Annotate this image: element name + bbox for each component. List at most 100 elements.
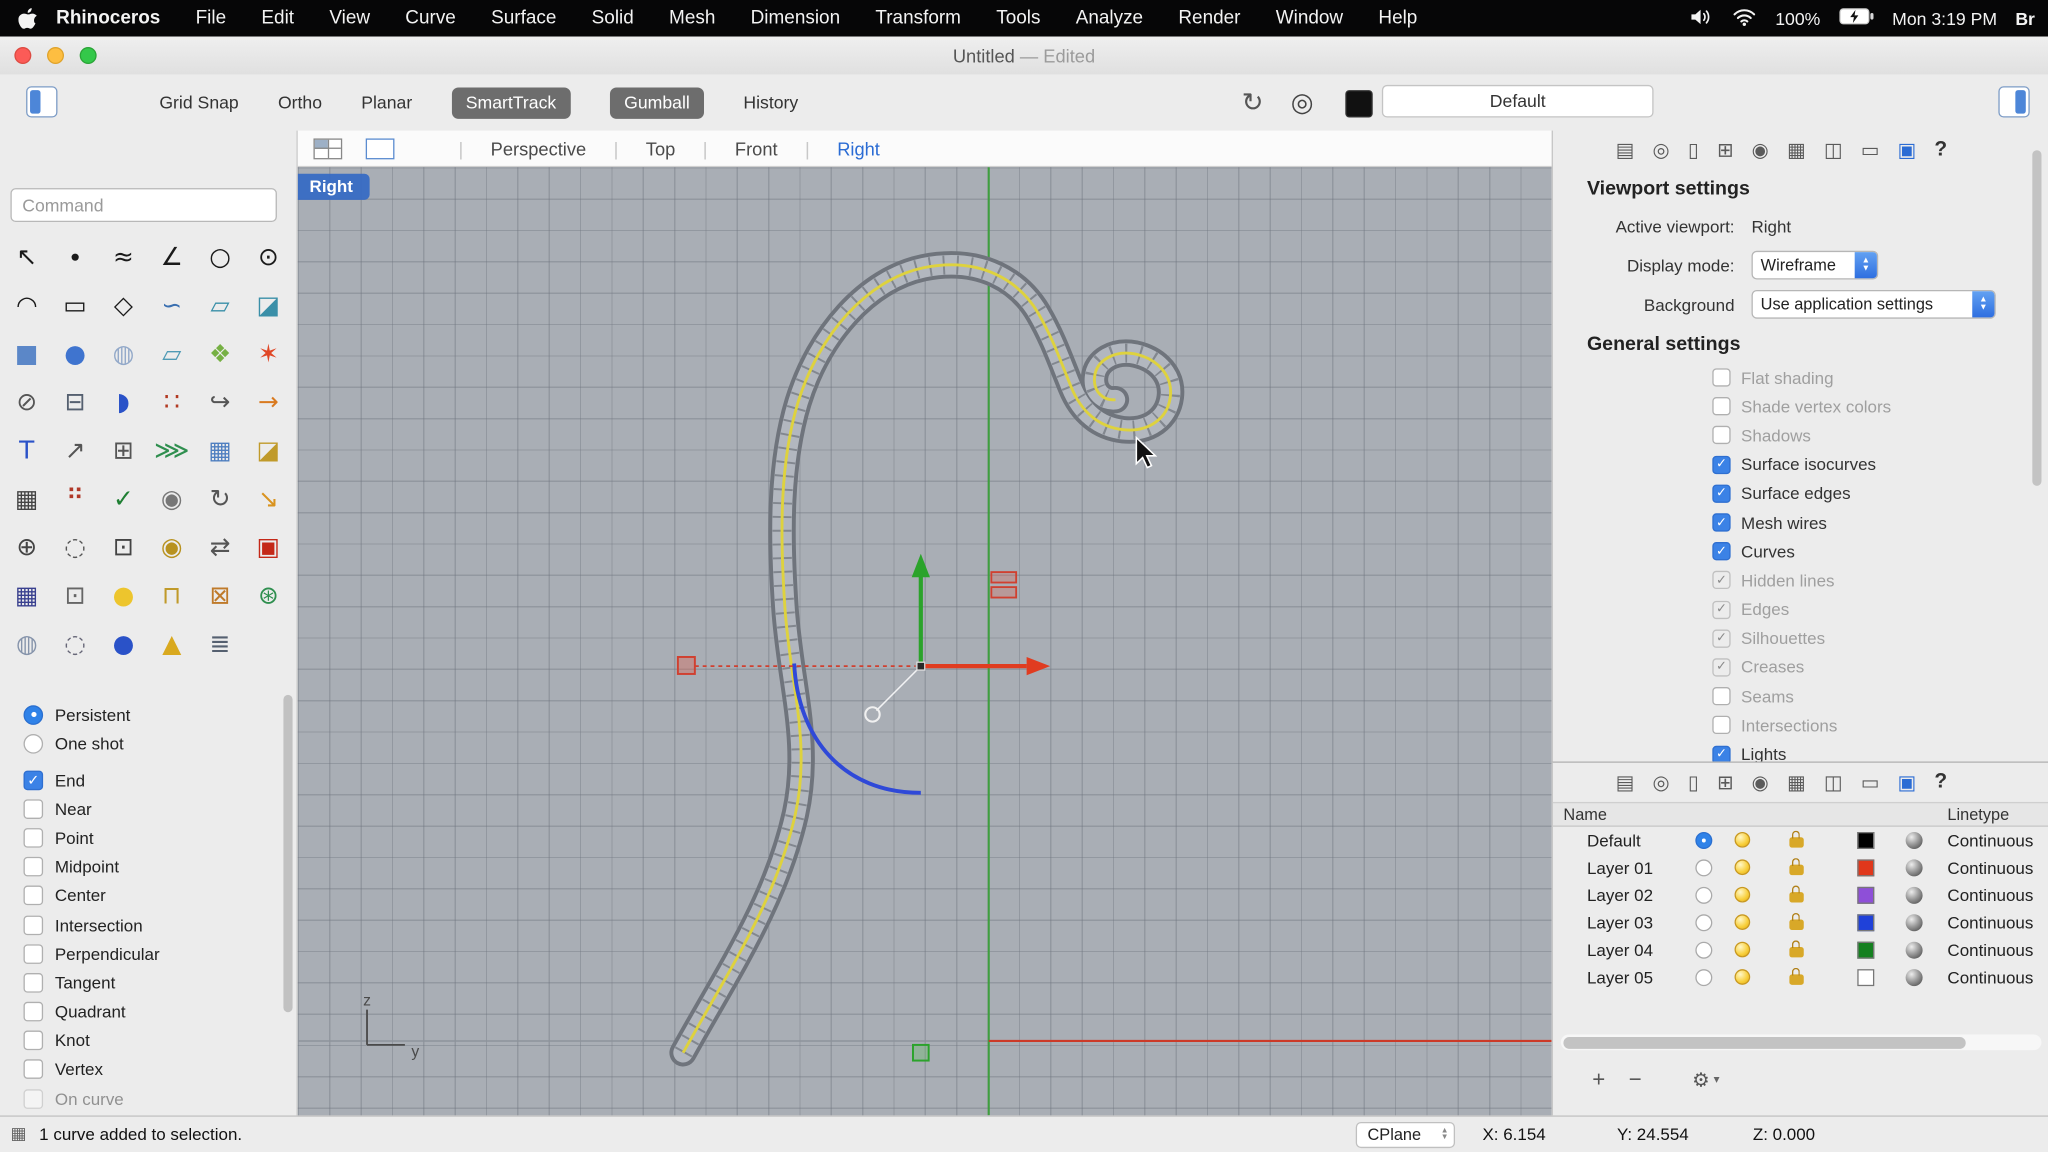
- material-icon[interactable]: [1906, 969, 1923, 986]
- osnap-check-end[interactable]: ✓End: [24, 765, 272, 794]
- menu-user[interactable]: Br: [2015, 8, 2035, 28]
- display-option-silhouettes[interactable]: ✓Silhouettes: [1553, 624, 2048, 653]
- panels-icon[interactable]: ◫: [1824, 138, 1843, 162]
- tool-cone-tool-icon[interactable]: ▲: [148, 619, 196, 667]
- osnap-check-near[interactable]: Near: [24, 794, 272, 823]
- four-viewports-icon[interactable]: [313, 138, 342, 159]
- document-icon[interactable]: ▯: [1688, 771, 1699, 795]
- help-icon[interactable]: ?: [1934, 771, 1947, 795]
- osnap-radio-one-shot[interactable]: One shot: [24, 729, 272, 758]
- tool-snap-grid-icon[interactable]: ▦: [3, 474, 51, 522]
- menu-curve[interactable]: Curve: [405, 8, 456, 29]
- checkbox[interactable]: [1712, 397, 1730, 415]
- layer-name[interactable]: Layer 02: [1587, 886, 1653, 906]
- panels-icon[interactable]: ◫: [1824, 771, 1843, 795]
- lock-icon[interactable]: [1789, 837, 1803, 847]
- active-layer-color-swatch[interactable]: [1345, 90, 1372, 117]
- right-panel-toggle-icon[interactable]: [1998, 86, 2029, 117]
- material-icon[interactable]: [1906, 832, 1923, 849]
- checkbox[interactable]: ✓: [1712, 455, 1730, 473]
- lock-icon[interactable]: [1789, 892, 1803, 902]
- layer-color-swatch[interactable]: [1857, 914, 1874, 931]
- material-icon[interactable]: [1906, 942, 1923, 959]
- osnap-check-knot[interactable]: Knot: [24, 1026, 272, 1055]
- tool-box-solid-icon[interactable]: ■: [3, 329, 51, 377]
- checkbox[interactable]: [1712, 716, 1730, 734]
- current-layer-radio[interactable]: [1695, 969, 1712, 986]
- tool-single-point-icon[interactable]: ∙: [51, 232, 99, 280]
- radio[interactable]: [24, 705, 44, 725]
- hatch-icon[interactable]: ▦: [1787, 771, 1806, 795]
- layer-name[interactable]: Layer 05: [1587, 968, 1653, 988]
- lock-icon[interactable]: [1789, 947, 1803, 957]
- checkbox[interactable]: [24, 857, 44, 877]
- layer-name[interactable]: Layer 03: [1587, 913, 1653, 933]
- viewport-tab-top[interactable]: Top: [646, 138, 675, 159]
- menu-transform[interactable]: Transform: [875, 8, 961, 29]
- layer-row-layer-01[interactable]: Layer 01Continuous: [1553, 854, 2048, 881]
- display-option-lights[interactable]: ✓Lights: [1553, 740, 2048, 762]
- wifi-icon[interactable]: [1732, 7, 1757, 29]
- layer-name[interactable]: Default: [1587, 831, 1641, 851]
- tool-drape-icon[interactable]: ◪: [244, 426, 292, 474]
- tool-edge-surface-icon[interactable]: ◪: [244, 281, 292, 329]
- tool-sphere-solid-icon[interactable]: ●: [51, 329, 99, 377]
- osnap-check-intersection[interactable]: Intersection: [24, 910, 272, 939]
- tool-extend-curve-icon[interactable]: →: [244, 377, 292, 425]
- layer-color-swatch[interactable]: [1857, 859, 1874, 876]
- remove-layer-button[interactable]: −: [1620, 1066, 1651, 1095]
- display-option-seams[interactable]: Seams: [1553, 682, 2048, 711]
- layer-color-swatch[interactable]: [1857, 887, 1874, 904]
- current-layer-radio[interactable]: [1695, 942, 1712, 959]
- tool-loft-surface-icon[interactable]: ▱: [196, 281, 244, 329]
- tool-lightbulb-icon[interactable]: ●: [99, 571, 147, 619]
- tool-wire-sphere-icon[interactable]: ◍: [3, 619, 51, 667]
- menu-mesh[interactable]: Mesh: [669, 8, 715, 29]
- layer-row-layer-05[interactable]: Layer 05Continuous: [1553, 964, 2048, 991]
- current-layer-radio[interactable]: [1695, 914, 1712, 931]
- checkbox[interactable]: [24, 886, 44, 906]
- osnap-check-perpendicular[interactable]: Perpendicular: [24, 939, 272, 968]
- toolbar-toggle-smarttrack[interactable]: SmartTrack: [451, 87, 570, 118]
- layer-row-layer-04[interactable]: Layer 04Continuous: [1553, 936, 2048, 963]
- tool-split-icon[interactable]: ⊟: [51, 377, 99, 425]
- layer-name[interactable]: Layer 04: [1587, 940, 1653, 960]
- apple-menu-icon[interactable]: [18, 7, 38, 31]
- toolbar-toggle-gumball[interactable]: Gumball: [610, 87, 704, 118]
- target-icon[interactable]: ◎: [1652, 771, 1669, 795]
- volume-icon[interactable]: [1690, 7, 1714, 29]
- tool-bend-icon[interactable]: ↘: [244, 474, 292, 522]
- display-option-edges[interactable]: ✓Edges: [1553, 595, 2048, 624]
- checkbox[interactable]: [24, 1089, 44, 1109]
- material-icon[interactable]: [1906, 914, 1923, 931]
- gumball-z-base-handle[interactable]: [913, 1045, 929, 1061]
- layer-name[interactable]: Layer 01: [1587, 858, 1653, 878]
- tool-analyze-check-icon[interactable]: ✓: [99, 474, 147, 522]
- current-layer-radio[interactable]: [1695, 859, 1712, 876]
- gumball-origin-handle[interactable]: [917, 662, 925, 670]
- layer-color-swatch[interactable]: [1857, 969, 1874, 986]
- toolbar-toggle-history[interactable]: History: [743, 93, 798, 113]
- visibility-bulb-icon[interactable]: [1735, 887, 1751, 903]
- menu-dimension[interactable]: Dimension: [751, 8, 840, 29]
- display-option-curves[interactable]: ✓Curves: [1553, 537, 2048, 566]
- sheet-icon[interactable]: ▭: [1861, 138, 1880, 162]
- menu-analyze[interactable]: Analyze: [1076, 8, 1143, 29]
- tool-render-sphere-icon[interactable]: ●: [99, 619, 147, 667]
- tool-web-tool-icon[interactable]: ⊛: [244, 571, 292, 619]
- visibility-bulb-icon[interactable]: [1735, 969, 1751, 985]
- tool-polyline-icon[interactable]: ∠: [148, 232, 196, 280]
- osnap-check-on-curve[interactable]: On curve: [24, 1084, 272, 1113]
- display-option-creases[interactable]: ✓Creases: [1553, 653, 2048, 682]
- osnap-check-tangent[interactable]: Tangent: [24, 968, 272, 997]
- checkbox[interactable]: ✓: [24, 770, 44, 790]
- display-icon[interactable]: ▣: [1898, 138, 1917, 162]
- tool-move-icon[interactable]: ↗: [51, 426, 99, 474]
- checkbox[interactable]: ✓: [1712, 571, 1730, 589]
- current-layer-radio[interactable]: [1695, 832, 1712, 849]
- menu-render[interactable]: Render: [1178, 8, 1240, 29]
- tool-trim-icon[interactable]: ⊘: [3, 377, 51, 425]
- column-linetype[interactable]: Linetype: [1947, 806, 2009, 824]
- checkbox[interactable]: [24, 1031, 44, 1051]
- tool-flow-along-curve-icon[interactable]: ⋙: [148, 426, 196, 474]
